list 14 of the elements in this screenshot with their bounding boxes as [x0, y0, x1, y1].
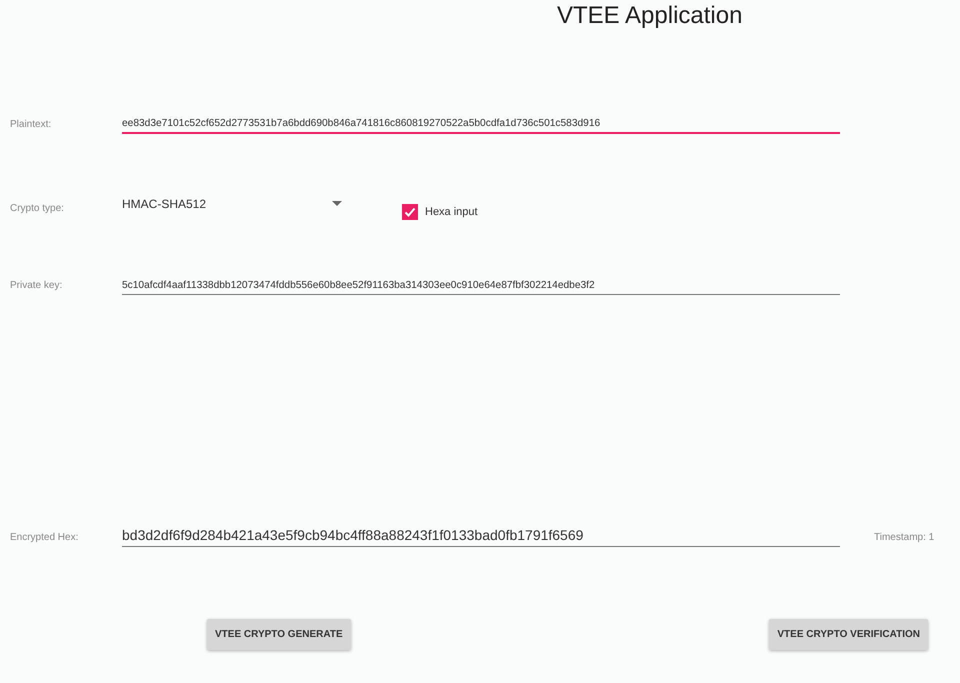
field-label: Private key:: [10, 280, 64, 293]
text-field[interactable]: ee83d3e7101c52cf652d2773531b7a6bdd690b846a741816c860819270522a5b0cdfa1d736c501c583d916: [122, 118, 840, 134]
action-button[interactable]: VTEE CRYPTO VERIFICATION: [769, 619, 928, 650]
text-field[interactable]: 5c10afcdf4aaf11338dbb12073474fddb556e60b8ee52f91163ba314303ee0c910e64e87fbf302214edbe3f2: [122, 280, 840, 295]
field-label: Crypto type:: [10, 202, 65, 214]
hexa-input-checkbox[interactable]: Hexa input: [402, 204, 478, 220]
timestamp-label: Timestamp: 1: [874, 532, 934, 545]
field-label: Encrypted Hex:: [10, 532, 80, 545]
text-field[interactable]: bd3d2df6f9d284b421a43e5f9cb94bc4ff88a88243f1f0133bad0fb1791f6569: [122, 527, 840, 547]
app-title: VTEE Application: [556, 1, 744, 31]
crypto-type-dropdown[interactable]: HMAC-SHA512: [122, 194, 354, 214]
caret-icon: [332, 201, 342, 207]
action-button[interactable]: VTEE CRYPTO GENERATE: [207, 619, 351, 650]
field-label: Plaintext:: [10, 119, 52, 132]
